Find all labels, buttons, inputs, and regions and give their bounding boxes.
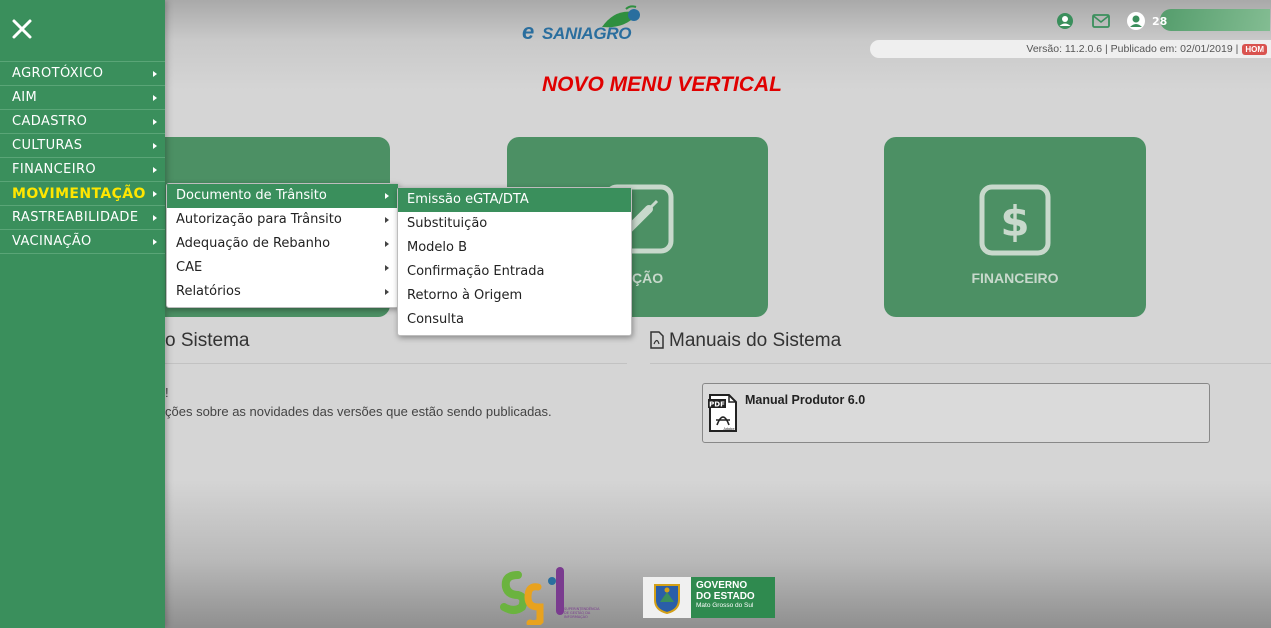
submenu-item-retorno-origem[interactable]: Retorno à Origem xyxy=(398,284,631,308)
chevron-right-icon xyxy=(385,289,389,295)
chevron-right-icon xyxy=(153,167,157,173)
logo-prefix: e xyxy=(522,19,535,44)
chevron-right-icon xyxy=(385,265,389,271)
chevron-right-icon xyxy=(385,193,389,199)
manual-title: Manual Produtor 6.0 xyxy=(745,393,866,407)
chevron-right-icon xyxy=(153,119,157,125)
leaf-icon xyxy=(602,5,640,28)
manuals-divider xyxy=(650,363,1271,364)
sidebar-item-label: AIM xyxy=(12,90,38,105)
submenu-item-label: Substituição xyxy=(407,216,488,231)
user-name: 28 xyxy=(1152,14,1168,28)
submenu-item-consulta[interactable]: Consulta xyxy=(398,308,631,332)
sidebar-item-label: FINANCEIRO xyxy=(12,162,97,177)
sidebar-item-rastreabilidade[interactable]: RASTREABILIDADE xyxy=(0,206,165,230)
sidebar-item-financeiro[interactable]: FINANCEIRO xyxy=(0,158,165,182)
sidebar-item-agrotoxico[interactable]: AGROTÓXICO xyxy=(0,62,165,86)
news-divider xyxy=(165,363,627,364)
submenu-item-label: Confirmação Entrada xyxy=(407,264,545,279)
submenu-item-cae[interactable]: CAE xyxy=(167,256,398,280)
user-menu[interactable]: 28 xyxy=(1126,11,1167,31)
top-icons: 28 xyxy=(1054,10,1167,32)
manual-card[interactable]: PDF Adobe Manual Produtor 6.0 xyxy=(702,383,1210,443)
tile-label-financeiro: FINANCEIRO xyxy=(971,270,1059,286)
sgi-logo: SUPERINTENDÊNCIA DE GESTÃO DA INFORMAÇÃO xyxy=(500,565,600,628)
chevron-right-icon xyxy=(153,215,157,221)
submenu-item-modelo-b[interactable]: Modelo B xyxy=(398,236,631,260)
sgi-caption: SUPERINTENDÊNCIA DE GESTÃO DA INFORMAÇÃO xyxy=(564,607,600,619)
submenu-item-label: Emissão eGTA/DTA xyxy=(407,192,529,207)
sidebar-item-culturas[interactable]: CULTURAS xyxy=(0,134,165,158)
user-pill-background xyxy=(1160,9,1270,31)
chevron-right-icon xyxy=(153,191,157,197)
banner-title: NOVO MENU VERTICAL xyxy=(542,73,782,96)
tile-financeiro[interactable]: $ FINANCEIRO xyxy=(884,137,1146,317)
submenu-item-relatorios[interactable]: Relatórios xyxy=(167,280,398,304)
submenu-item-confirmacao-entrada[interactable]: Confirmação Entrada xyxy=(398,260,631,284)
submenu-item-label: Relatórios xyxy=(176,284,241,299)
submenu-item-documento-transito[interactable]: Documento de Trânsito xyxy=(167,184,398,208)
governo-ms-logo: GOVERNO DO ESTADO Mato Grosso do Sul xyxy=(643,577,775,618)
submenu-item-emissao-egta[interactable]: Emissão eGTA/DTA xyxy=(398,188,631,212)
news-section-title: o Sistema xyxy=(165,330,250,351)
gov-line-1: GOVERNO xyxy=(696,580,748,591)
submenu-item-label: Documento de Trânsito xyxy=(176,188,327,203)
sidebar-item-label: VACINAÇÃO xyxy=(12,234,92,249)
sidebar-item-aim[interactable]: AIM xyxy=(0,86,165,110)
submenu-item-adequacao-rebanho[interactable]: Adequação de Rebanho xyxy=(167,232,398,256)
chevron-right-icon xyxy=(153,143,157,149)
submenu-item-label: Adequação de Rebanho xyxy=(176,236,331,251)
saniagro-logo[interactable]: e SANIAGRO xyxy=(522,5,644,45)
sidebar-item-vacinacao[interactable]: VACINAÇÃO xyxy=(0,230,165,254)
submenu-item-autorizacao-transito[interactable]: Autorização para Trânsito xyxy=(167,208,398,232)
user-icon xyxy=(1127,12,1145,30)
sidebar-item-label: AGROTÓXICO xyxy=(12,66,104,81)
sidebar-item-label: CULTURAS xyxy=(12,138,83,153)
chevron-right-icon xyxy=(153,71,157,77)
gov-line-3: Mato Grosso do Sul xyxy=(696,602,754,609)
chevron-right-icon xyxy=(385,217,389,223)
page-background: e SANIAGRO 28 Versão: 11.2.0.6 | Publica… xyxy=(0,0,1271,628)
chevron-right-icon xyxy=(153,95,157,101)
sidebar-item-label: CADASTRO xyxy=(12,114,88,129)
submenu-item-substituicao[interactable]: Substituição xyxy=(398,212,631,236)
state-emblem-icon xyxy=(643,577,691,618)
submenu-item-label: CAE xyxy=(176,260,203,275)
pdf-document-icon: PDF Adobe xyxy=(708,394,737,432)
sidebar-item-label: MOVIMENTAÇÃO xyxy=(12,186,146,202)
submenu-item-label: Modelo B xyxy=(407,240,468,255)
version-text: Versão: 11.2.0.6 | Publicado em: 02/01/2… xyxy=(1026,43,1239,55)
close-icon[interactable] xyxy=(8,15,36,43)
profile-icon[interactable] xyxy=(1054,10,1076,32)
version-bar: Versão: 11.2.0.6 | Publicado em: 02/01/2… xyxy=(870,40,1271,58)
sidebar-item-cadastro[interactable]: CADASTRO xyxy=(0,110,165,134)
sidebar: AGROTÓXICO AIM CADASTRO CULTURAS FINANCE… xyxy=(0,0,165,628)
chevron-right-icon xyxy=(153,239,157,245)
submenu-item-label: Autorização para Trânsito xyxy=(176,212,342,227)
submenu-item-label: Retorno à Origem xyxy=(407,288,523,303)
env-badge: HOM xyxy=(1242,43,1267,55)
svg-text:$: $ xyxy=(1000,197,1029,246)
mail-icon[interactable] xyxy=(1090,10,1112,32)
chevron-right-icon xyxy=(385,241,389,247)
svg-text:PDF: PDF xyxy=(709,401,725,409)
submenu-movimentacao: Documento de Trânsito Autorização para T… xyxy=(166,183,399,308)
dollar-icon: $ xyxy=(979,184,1051,256)
news-line-1: ! xyxy=(165,385,169,400)
sidebar-item-movimentacao[interactable]: MOVIMENTAÇÃO xyxy=(0,182,165,206)
sidebar-item-label: RASTREABILIDADE xyxy=(12,210,139,225)
pdf-file-icon xyxy=(650,331,664,349)
manuals-section-title: Manuais do Sistema xyxy=(669,330,842,351)
gov-line-2: DO ESTADO xyxy=(696,591,755,602)
news-line-2: ções sobre as novidades das versões que … xyxy=(165,404,552,419)
svg-text:Adobe: Adobe xyxy=(723,427,734,431)
submenu-item-label: Consulta xyxy=(407,312,464,327)
submenu-documento-transito: Emissão eGTA/DTA Substituição Modelo B C… xyxy=(397,187,632,336)
header-bar: e SANIAGRO 28 Versão: 11.2.0.6 | Publica… xyxy=(0,0,1271,60)
sidebar-menu: AGROTÓXICO AIM CADASTRO CULTURAS FINANCE… xyxy=(0,61,165,254)
